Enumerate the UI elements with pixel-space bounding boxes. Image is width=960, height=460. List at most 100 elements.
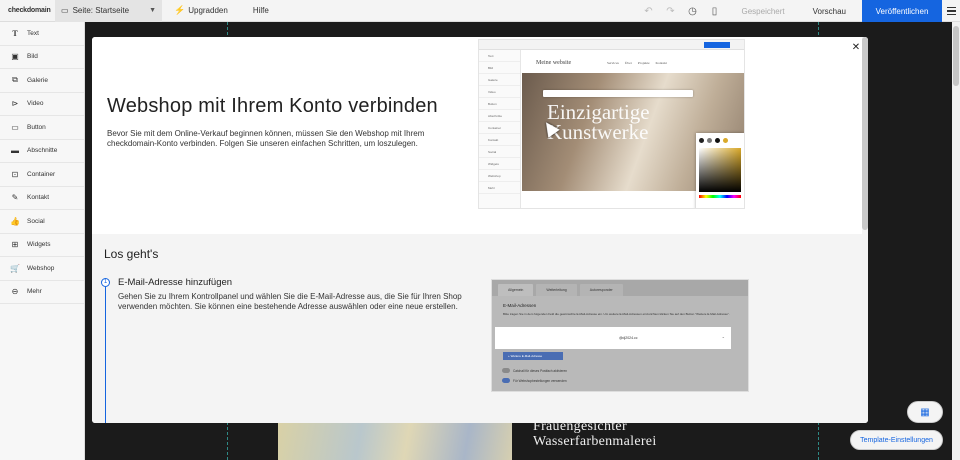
preview-headline-line: Kunstwerke: [547, 120, 649, 144]
sidebar-item-button[interactable]: ▭ Button: [0, 116, 84, 140]
scrollbar-thumb[interactable]: [953, 26, 959, 86]
toggle-label: Catchall für dieses Postfach aktivieren: [513, 369, 568, 373]
saved-status: Gespeichert: [741, 6, 785, 16]
preview-sidebar-item: Text: [479, 50, 520, 62]
sidebar-item-widgets[interactable]: ⊞ Widgets: [0, 234, 84, 257]
email-section-title: E-Mail-Adressen: [503, 303, 537, 308]
close-icon[interactable]: ✕: [850, 42, 862, 54]
sidebar-item-social[interactable]: 👍 Social: [0, 210, 84, 234]
preview-sidebar-item: Button: [479, 98, 520, 110]
chevron-down-icon: ▼: [149, 7, 156, 14]
sidebar-item-label: Webshop: [27, 264, 55, 272]
modal-intro-text: Bevor Sie mit dem Online-Verkauf beginne…: [107, 129, 425, 148]
page-selector-label: Seite: Startseite: [72, 6, 130, 15]
email-address-field: @dj2024.cc ⌄: [495, 327, 731, 349]
preview-publish-button: [704, 42, 730, 48]
preview-nav-item: Kontakt: [655, 61, 667, 65]
sidebar-item-webshop[interactable]: 🛒 Webshop: [0, 257, 84, 281]
preview-text-toolbar: [543, 90, 693, 97]
webshop-connect-modal: Webshop mit Ihrem Konto verbinden Bevor …: [92, 37, 868, 423]
sidebar-item-image[interactable]: ▣ Bild: [0, 46, 84, 69]
email-address-value: @dj2024.cc: [619, 336, 638, 340]
email-tab: Autoresponder: [579, 284, 623, 296]
help-link[interactable]: Hilfe: [253, 6, 269, 15]
preview-topbar: [479, 40, 744, 50]
preview-nav-item: Über: [624, 61, 632, 65]
sidebar-item-label: Button: [27, 123, 46, 131]
sidebar-item-contact[interactable]: ✎ Kontakt: [0, 187, 84, 210]
page-selector[interactable]: ▭ Seite: Startseite ▼: [55, 0, 162, 22]
preview-sidebar-item: Widgets: [479, 158, 520, 170]
sidebar-item-label: Social: [27, 217, 45, 225]
toggle-switch: [502, 368, 510, 373]
button-icon: ▭: [11, 122, 19, 132]
container-icon: ⊡: [11, 169, 19, 179]
toggle-switch: [502, 378, 510, 383]
artwork-caption: Frauengesichter Wasserfarbenmalerei: [533, 419, 657, 449]
step-number-badge: 1: [101, 278, 110, 287]
preview-color-picker: [696, 133, 744, 208]
template-settings-button[interactable]: Template-Einstellungen: [850, 430, 943, 450]
sidebar-item-label: Bild: [27, 53, 38, 61]
preview-sidebar-item: Container: [479, 122, 520, 134]
preview-sidebar-item: Mehr: [479, 182, 520, 194]
toggle-label: Für Webshopbestellungen verwenden: [513, 379, 567, 383]
email-settings-image: Allgemein Weiterleitung Autoresponder E-…: [491, 279, 749, 392]
menu-icon[interactable]: [942, 0, 960, 22]
preview-nav-item: Projekte: [637, 61, 650, 65]
sidebar-item-video[interactable]: ⊳ Video: [0, 93, 84, 116]
undo-icon[interactable]: ↶: [638, 0, 660, 22]
layout-icon: ▦: [920, 406, 930, 418]
gallery-icon: ⧉: [12, 75, 18, 85]
preview-nav-item: Services: [607, 61, 619, 65]
section-icon: ▬: [11, 146, 19, 156]
preview-button[interactable]: Vorschau: [797, 0, 862, 22]
email-section-description: Bitte tragen Sie in dem folgenden Feld d…: [503, 312, 730, 316]
sidebar-item-text[interactable]: T Text: [0, 22, 84, 46]
element-sidebar: T Text ▣ Bild ⧉ Galerie ⊳ Video ▭ Button ▬ Abs…: [0, 22, 85, 460]
modal-scrollbar[interactable]: [862, 37, 868, 423]
video-icon: ⊳: [11, 99, 19, 109]
modal-title: Webshop mit Ihrem Konto verbinden: [107, 95, 438, 117]
page-icon: ▭: [61, 6, 69, 15]
preview-sidebar-item: Kontakt: [479, 134, 520, 146]
preview-headline-line: Einzigartige: [547, 100, 650, 124]
modal-header-section: Webshop mit Ihrem Konto verbinden Bevor …: [92, 37, 862, 234]
chevron-down-icon: ⌄: [721, 334, 725, 339]
upgrade-button[interactable]: ⚡ Upgradden: [174, 5, 228, 16]
sidebar-item-label: Text: [27, 29, 39, 37]
redo-icon[interactable]: ↷: [660, 0, 682, 22]
brand-logo[interactable]: checkdomain: [0, 7, 55, 14]
preview-sidebar-item: Galerie: [479, 74, 520, 86]
sidebar-item-container[interactable]: ⊡ Container: [0, 163, 84, 187]
sidebar-item-more[interactable]: ⊖ Mehr: [0, 281, 84, 304]
preview-sidebar-item: Bild: [479, 62, 520, 74]
add-email-button: + Weitere E-Mail-Adresse: [503, 352, 563, 360]
preview-headline: Einzigartige Kunstwerke: [547, 100, 650, 144]
image-icon: ▣: [11, 52, 19, 62]
text-icon: T: [12, 28, 18, 38]
preview-sidebar-item: Abschnitte: [479, 110, 520, 122]
step-timeline: [105, 287, 106, 423]
preview-site-title: Meine website: [536, 60, 572, 66]
sidebar-item-gallery[interactable]: ⧉ Galerie: [0, 69, 84, 93]
step-description: Gehen Sie zu Ihrem Kontrollpanel und wäh…: [118, 292, 462, 311]
sidebar-item-label: Widgets: [27, 241, 51, 249]
preview-sidebar-item: Social: [479, 146, 520, 158]
toolbar-right: ↶ ↷ ◷ ▯ Gespeichert Vorschau Veröffentli…: [638, 0, 960, 22]
layout-settings-button[interactable]: ▦: [907, 401, 943, 423]
history-icon[interactable]: ◷: [682, 0, 704, 22]
artwork-caption-line-2: Wasserfarbenmalerei: [533, 434, 657, 449]
sidebar-item-sections[interactable]: ▬ Abschnitte: [0, 140, 84, 163]
mobile-view-icon[interactable]: ▯: [704, 0, 726, 22]
upgrade-label: Upgradden: [188, 6, 228, 15]
page-scrollbar[interactable]: [952, 22, 960, 460]
publish-button[interactable]: Veröffentlichen: [862, 0, 942, 22]
modal-scrollbar-thumb[interactable]: [862, 37, 868, 230]
contact-icon: ✎: [11, 193, 19, 203]
artwork-image[interactable]: [278, 423, 512, 460]
email-tab: Allgemein: [498, 284, 534, 296]
sidebar-item-label: Galerie: [27, 76, 48, 84]
preview-sidebar-item: Video: [479, 86, 520, 98]
lightning-icon: ⚡: [174, 5, 186, 15]
